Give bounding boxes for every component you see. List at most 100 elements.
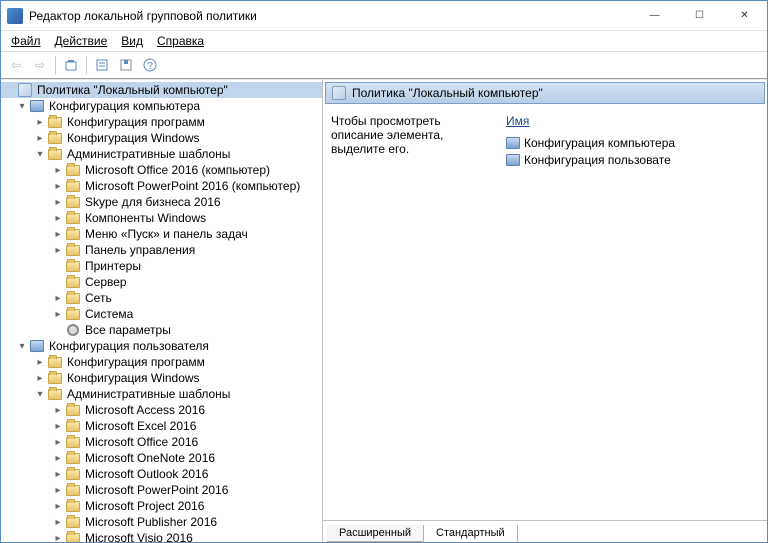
tree-item[interactable]: Все параметры xyxy=(1,322,322,338)
expand-icon[interactable]: ▾ xyxy=(15,99,29,113)
menu-help[interactable]: Справка xyxy=(151,32,210,50)
tree-label: Microsoft Visio 2016 xyxy=(85,531,193,542)
tree-label: Система xyxy=(85,307,133,321)
expand-icon[interactable]: ▾ xyxy=(15,339,29,353)
tab-standard[interactable]: Стандартный xyxy=(423,525,518,542)
expand-icon[interactable]: ▸ xyxy=(51,307,65,321)
tree-admin-templates[interactable]: ▾ Административные шаблоны xyxy=(1,386,322,402)
menubar: Файл Действие Вид Справка xyxy=(1,31,767,51)
toolbar-button-2[interactable] xyxy=(91,54,113,76)
tree-item[interactable]: ▸ Панель управления xyxy=(1,242,322,258)
tree-item[interactable]: ▸ Microsoft Outlook 2016 xyxy=(1,466,322,482)
menu-view[interactable]: Вид xyxy=(115,32,149,50)
tree-label: Microsoft OneNote 2016 xyxy=(85,451,215,465)
details-list: Имя Конфигурация компьютера Конфигурация… xyxy=(506,114,759,512)
minimize-button[interactable]: — xyxy=(632,1,677,30)
expand-icon[interactable]: ▸ xyxy=(51,531,65,542)
help-button[interactable]: ? xyxy=(139,54,161,76)
tree-label: Microsoft Office 2016 xyxy=(85,435,198,449)
tree-comp-config[interactable]: ▾ Конфигурация компьютера xyxy=(1,98,322,114)
tree-item[interactable]: ▸ Microsoft Office 2016 (компьютер) xyxy=(1,162,322,178)
tree-item[interactable]: ▸ Сеть xyxy=(1,290,322,306)
tab-extended[interactable]: Расширенный xyxy=(327,525,424,542)
tree-item[interactable]: ▸ Microsoft PowerPoint 2016 xyxy=(1,482,322,498)
tree-item[interactable]: ▸ Microsoft Publisher 2016 xyxy=(1,514,322,530)
tree-item[interactable]: ▸ Microsoft Excel 2016 xyxy=(1,418,322,434)
menu-action[interactable]: Действие xyxy=(49,32,114,50)
tree-item[interactable]: ▸ Меню «Пуск» и панель задач xyxy=(1,226,322,242)
folder-icon xyxy=(47,131,63,145)
tree-admin-templates[interactable]: ▾ Административные шаблоны xyxy=(1,146,322,162)
tree-item[interactable]: ▸ Конфигурация Windows xyxy=(1,130,322,146)
content-area: Политика "Локальный компьютер" ▾ Конфигу… xyxy=(1,79,767,542)
tree-pane[interactable]: Политика "Локальный компьютер" ▾ Конфигу… xyxy=(1,80,323,542)
expand-icon[interactable]: ▸ xyxy=(51,291,65,305)
list-item[interactable]: Конфигурация компьютера xyxy=(506,134,759,151)
tree-item[interactable]: ▸ Microsoft Visio 2016 xyxy=(1,530,322,542)
folder-icon xyxy=(47,371,63,385)
expand-icon[interactable]: ▸ xyxy=(51,163,65,177)
folder-icon xyxy=(65,403,81,417)
folder-icon xyxy=(65,515,81,529)
tree-label: Сервер xyxy=(85,275,127,289)
tree-item[interactable]: ▸ Microsoft PowerPoint 2016 (компьютер) xyxy=(1,178,322,194)
tree-item[interactable]: Принтеры xyxy=(1,258,322,274)
expand-icon[interactable]: ▸ xyxy=(51,403,65,417)
tree-item[interactable]: ▸ Microsoft OneNote 2016 xyxy=(1,450,322,466)
expand-icon[interactable]: ▾ xyxy=(33,147,47,161)
tree-item[interactable]: ▸ Компоненты Windows xyxy=(1,210,322,226)
expand-icon[interactable]: ▸ xyxy=(33,115,47,129)
expand-icon[interactable]: ▸ xyxy=(51,435,65,449)
tree-item[interactable]: ▸ Конфигурация программ xyxy=(1,354,322,370)
expand-icon[interactable]: ▸ xyxy=(33,131,47,145)
nav-back-button[interactable]: ⇦ xyxy=(5,54,27,76)
tree-item[interactable]: Сервер xyxy=(1,274,322,290)
expand-icon[interactable]: ▸ xyxy=(51,243,65,257)
close-button[interactable]: ✕ xyxy=(722,1,767,30)
computer-icon xyxy=(506,137,520,149)
folder-icon xyxy=(65,419,81,433)
expand-icon[interactable]: ▸ xyxy=(51,499,65,513)
toolbar-separator xyxy=(55,56,56,74)
folder-icon xyxy=(65,259,81,273)
tree-item[interactable]: ▸ Система xyxy=(1,306,322,322)
tree-item[interactable]: ▸ Microsoft Office 2016 xyxy=(1,434,322,450)
folder-icon xyxy=(65,483,81,497)
collapse-icon[interactable] xyxy=(3,83,17,97)
menu-file[interactable]: Файл xyxy=(5,32,47,50)
expand-icon[interactable]: ▸ xyxy=(51,227,65,241)
nav-forward-button[interactable]: ⇨ xyxy=(29,54,51,76)
tree-root[interactable]: Политика "Локальный компьютер" xyxy=(1,82,322,98)
list-item[interactable]: Конфигурация пользовате xyxy=(506,151,759,168)
expand-icon[interactable]: ▸ xyxy=(51,467,65,481)
app-icon xyxy=(7,8,23,24)
details-description: Чтобы просмотреть описание элемента, выд… xyxy=(331,114,506,512)
column-header-name[interactable]: Имя xyxy=(506,114,759,134)
tree-label: Skype для бизнеса 2016 xyxy=(85,195,221,209)
expand-icon[interactable]: ▾ xyxy=(33,387,47,401)
tree-item[interactable]: ▸ Microsoft Access 2016 xyxy=(1,402,322,418)
expand-icon[interactable]: ▸ xyxy=(51,483,65,497)
expand-icon[interactable]: ▸ xyxy=(51,419,65,433)
expand-icon[interactable] xyxy=(51,259,65,273)
tree-item[interactable]: ▸ Конфигурация программ xyxy=(1,114,322,130)
tree-label: Конфигурация программ xyxy=(67,355,205,369)
expand-icon[interactable]: ▸ xyxy=(51,211,65,225)
policy-icon xyxy=(332,86,346,100)
tree-item[interactable]: ▸ Конфигурация Windows xyxy=(1,370,322,386)
tree-item[interactable]: ▸ Microsoft Project 2016 xyxy=(1,498,322,514)
expand-icon[interactable]: ▸ xyxy=(33,355,47,369)
tree-user-config[interactable]: ▾ Конфигурация пользователя xyxy=(1,338,322,354)
tree-label: Политика "Локальный компьютер" xyxy=(37,83,228,97)
maximize-button[interactable]: ☐ xyxy=(677,1,722,30)
expand-icon[interactable] xyxy=(51,275,65,289)
expand-icon[interactable]: ▸ xyxy=(51,451,65,465)
list-item-label: Конфигурация пользовате xyxy=(524,153,671,167)
tree-item[interactable]: ▸ Skype для бизнеса 2016 xyxy=(1,194,322,210)
expand-icon[interactable]: ▸ xyxy=(33,371,47,385)
expand-icon[interactable]: ▸ xyxy=(51,515,65,529)
expand-icon[interactable]: ▸ xyxy=(51,195,65,209)
expand-icon[interactable]: ▸ xyxy=(51,179,65,193)
toolbar-button-1[interactable] xyxy=(60,54,82,76)
toolbar-button-3[interactable] xyxy=(115,54,137,76)
